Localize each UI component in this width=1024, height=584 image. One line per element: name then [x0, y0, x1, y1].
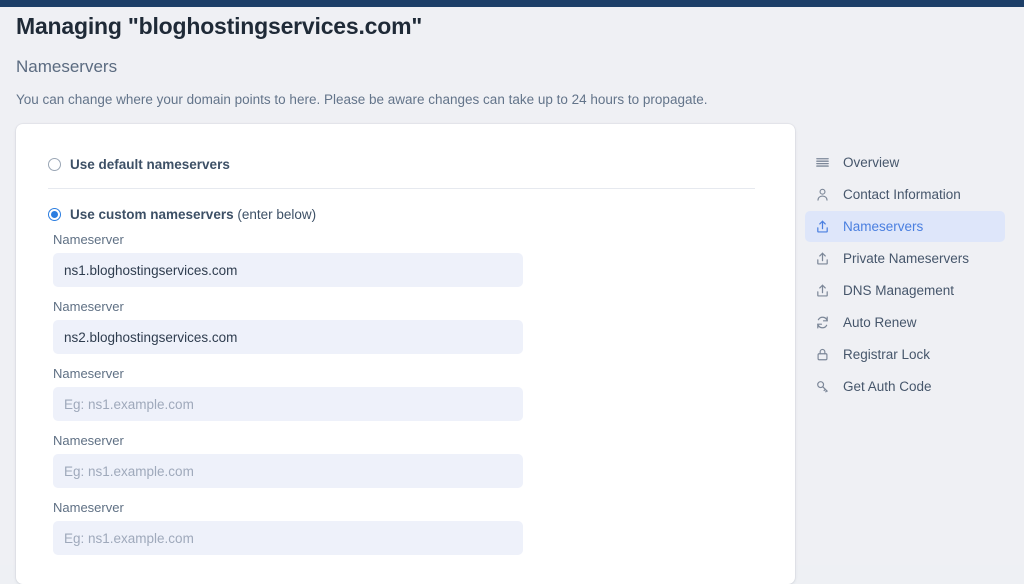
page-container: Managing "bloghostingservices.com" Names… [0, 7, 1024, 565]
sidebar-item-label: Get Auth Code [843, 379, 932, 394]
section-description: You can change where your domain points … [16, 92, 707, 107]
upload-icon [814, 218, 831, 235]
nameserver-field-group-3: Nameserver [53, 366, 753, 421]
sidebar-item-private-nameservers[interactable]: Private Nameservers [805, 243, 1005, 274]
upload-icon [814, 250, 831, 267]
nameserver-input-2[interactable] [53, 320, 523, 354]
nameserver-label-5: Nameserver [53, 500, 753, 515]
radio-default-label: Use default nameservers [70, 157, 230, 172]
sidebar-item-label: Registrar Lock [843, 347, 930, 362]
nameserver-input-4[interactable] [53, 454, 523, 488]
sidebar-item-label: Contact Information [843, 187, 961, 202]
sidebar-item-label: Overview [843, 155, 899, 170]
radio-option-custom-nameservers[interactable]: Use custom nameservers (enter below) [48, 207, 316, 222]
nameserver-field-group-1: Nameserver [53, 232, 753, 287]
nameserver-label-1: Nameserver [53, 232, 753, 247]
nameserver-field-group-2: Nameserver [53, 299, 753, 354]
card-divider [48, 188, 755, 189]
nameserver-input-5[interactable] [53, 521, 523, 555]
nameserver-fields-list: Nameserver Nameserver Nameserver Nameser… [53, 232, 753, 567]
nameserver-input-1[interactable] [53, 253, 523, 287]
nameserver-field-group-4: Nameserver [53, 433, 753, 488]
sidebar-item-dns-management[interactable]: DNS Management [805, 275, 1005, 306]
sidebar-item-get-auth-code[interactable]: Get Auth Code [805, 371, 1005, 402]
domain-settings-nav: Overview Contact Information Nameservers [805, 147, 1005, 403]
nameserver-input-3[interactable] [53, 387, 523, 421]
radio-option-default-nameservers[interactable]: Use default nameservers [48, 157, 230, 172]
upload-icon [814, 282, 831, 299]
nameserver-label-2: Nameserver [53, 299, 753, 314]
list-icon [814, 154, 831, 171]
user-icon [814, 186, 831, 203]
sidebar-item-label: Private Nameservers [843, 251, 969, 266]
sidebar-item-label: DNS Management [843, 283, 954, 298]
refresh-icon [814, 314, 831, 331]
key-icon [814, 378, 831, 395]
radio-default-indicator[interactable] [48, 158, 61, 171]
radio-custom-indicator[interactable] [48, 208, 61, 221]
lock-icon [814, 346, 831, 363]
nameserver-label-4: Nameserver [53, 433, 753, 448]
sidebar-item-nameservers[interactable]: Nameservers [805, 211, 1005, 242]
sidebar-item-registrar-lock[interactable]: Registrar Lock [805, 339, 1005, 370]
page-title: Managing "bloghostingservices.com" [16, 13, 422, 40]
section-title: Nameservers [16, 57, 117, 77]
sidebar-item-label: Nameservers [843, 219, 923, 234]
sidebar-item-label: Auto Renew [843, 315, 917, 330]
top-accent-bar [0, 0, 1024, 7]
nameserver-label-3: Nameserver [53, 366, 753, 381]
sidebar-item-overview[interactable]: Overview [805, 147, 1005, 178]
sidebar-item-auto-renew[interactable]: Auto Renew [805, 307, 1005, 338]
nameservers-card: Use default nameservers Use custom names… [16, 124, 795, 584]
radio-custom-label: Use custom nameservers (enter below) [70, 207, 316, 222]
nameserver-field-group-5: Nameserver [53, 500, 753, 555]
sidebar-item-contact-information[interactable]: Contact Information [805, 179, 1005, 210]
